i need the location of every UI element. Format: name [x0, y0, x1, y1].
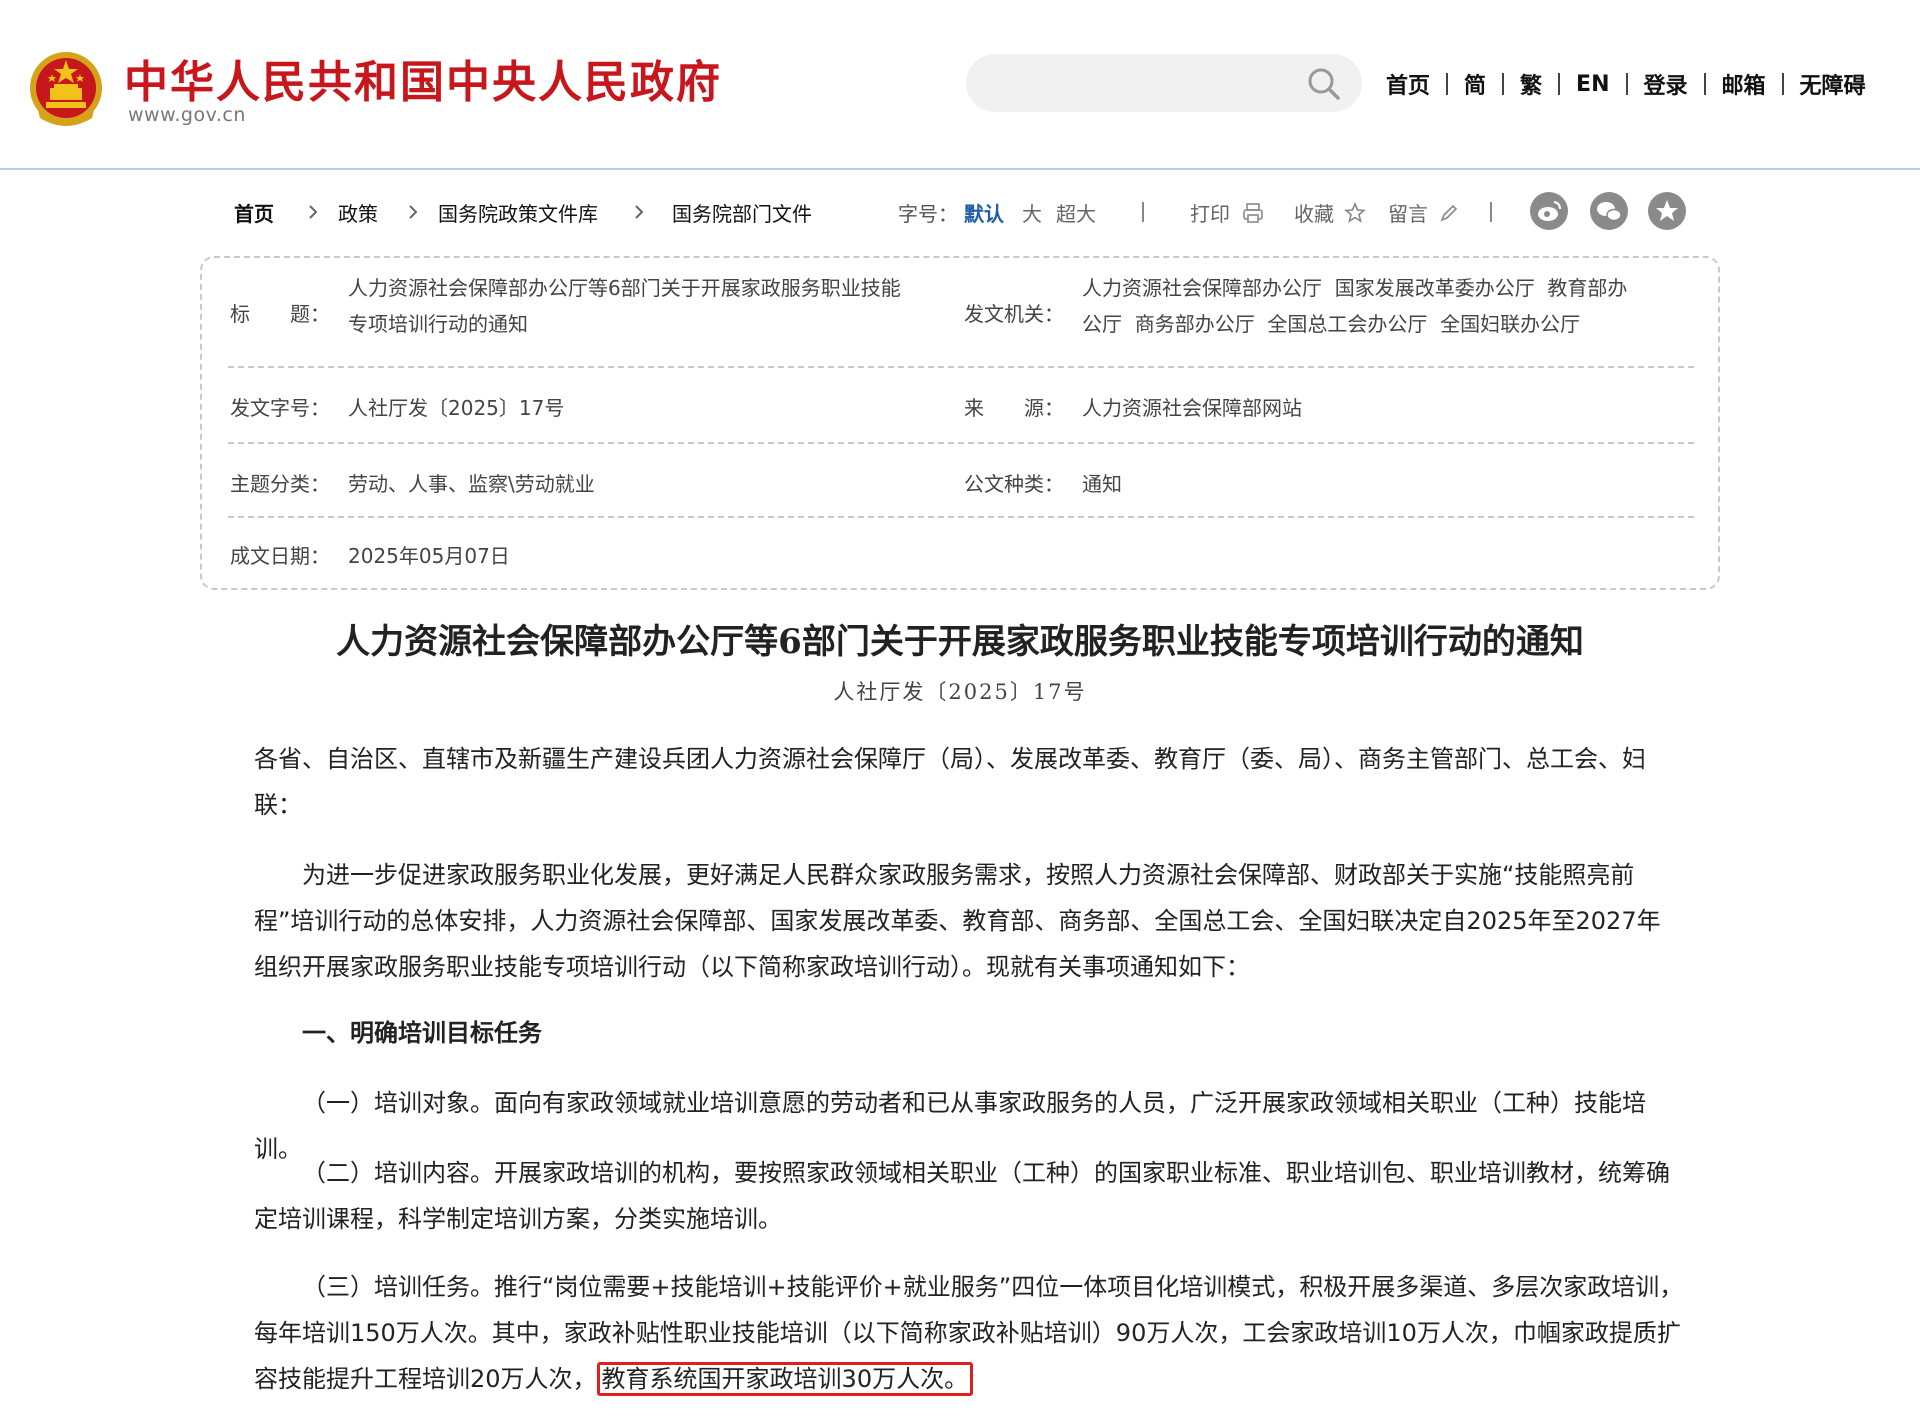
breadcrumb-home[interactable]: 首页	[234, 198, 274, 227]
meta-category-value: 劳动、人事、监察\劳动就业	[348, 472, 595, 496]
meta-source-label: 来 源：	[964, 396, 1064, 420]
nav-accessibility-link[interactable]: 无障碍	[1800, 68, 1866, 100]
meta-issuer-value: 人力资源社会保障部办公厅 国家发展改革委办公厅 教育部办 公厅 商务部办公厅 全…	[1082, 270, 1692, 342]
weibo-icon[interactable]	[1530, 192, 1568, 230]
chevron-right-icon	[635, 205, 644, 219]
nav-separator	[1625, 73, 1628, 95]
section-heading: 一、明确培训目标任务	[302, 1019, 542, 1047]
meta-title-line1: 人力资源社会保障部办公厅等6部门关于开展家政服务职业技能	[348, 276, 901, 300]
star-icon[interactable]	[1344, 202, 1366, 224]
meta-row-category: 主题分类： 劳动、人事、监察\劳动就业 公文种类： 通知	[228, 444, 1694, 518]
comment-button[interactable]: 留言	[1388, 198, 1428, 227]
site-url: www.gov.cn	[128, 104, 246, 126]
document-intro: 为进一步促进家政服务职业化发展，更好满足人民群众家政服务需求，按照人力资源社会保…	[254, 861, 1661, 981]
search-input[interactable]	[966, 54, 1362, 112]
header-divider	[0, 168, 1920, 170]
document-salutation: 各省、自治区、直辖市及新疆生产建设兵团人力资源社会保障厅（局）、发展改革委、教育…	[254, 745, 1646, 819]
nav-separator	[1781, 73, 1784, 95]
meta-row-docno: 发文字号： 人社厅发〔2025〕17号 来 源： 人力资源社会保障部网站	[228, 368, 1694, 444]
nav-separator	[1502, 73, 1505, 95]
star-share-icon[interactable]	[1648, 192, 1686, 230]
meta-date-value: 2025年05月07日	[348, 544, 510, 568]
item-3-paragraph: （三）培训任务。推行“岗位需要+技能培训+技能评价+就业服务”四位一体项目化培训…	[254, 1264, 1684, 1402]
document-number: 人社厅发〔2025〕17号	[833, 680, 1087, 704]
meta-docno-value: 人社厅发〔2025〕17号	[348, 396, 565, 420]
breadcrumb-policy-library[interactable]: 国务院政策文件库	[438, 198, 598, 227]
meta-title-label: 标 题：	[230, 302, 330, 326]
meta-docno-label: 发文字号：	[230, 396, 330, 420]
chevron-right-icon	[409, 205, 418, 219]
nav-traditional-link[interactable]: 繁	[1520, 68, 1542, 100]
font-size-label: 字号：	[898, 202, 958, 226]
site-header: 中华人民共和国中央人民政府 www.gov.cn 首页 简 繁 EN 登录 邮箱…	[0, 0, 1920, 168]
nav-simplified-link[interactable]: 简	[1464, 68, 1486, 100]
meta-source-value: 人力资源社会保障部网站	[1082, 396, 1302, 420]
national-emblem-icon[interactable]	[28, 48, 104, 130]
meta-title-value: 人力资源社会保障部办公厅等6部门关于开展家政服务职业技能 专项培训行动的通知	[348, 270, 948, 342]
wechat-icon[interactable]	[1590, 192, 1628, 230]
meta-title-line2: 专项培训行动的通知	[348, 312, 528, 336]
highlighted-text: 教育系统国开家政培训30万人次。	[596, 1362, 974, 1396]
meta-row-title: 标 题： 人力资源社会保障部办公厅等6部门关于开展家政服务职业技能 专项培训行动…	[228, 258, 1694, 368]
toolbar: 首页 政策 国务院政策文件库 国务院部门文件 字号： 默认 大 超大 打印 收藏…	[234, 192, 1920, 230]
nav-login-link[interactable]: 登录	[1644, 68, 1688, 100]
document-metadata-box: 标 题： 人力资源社会保障部办公厅等6部门关于开展家政服务职业技能 专项培训行动…	[200, 256, 1720, 590]
font-size-default[interactable]: 默认	[964, 198, 1004, 227]
toolbar-separator	[1142, 202, 1144, 222]
nav-english-link[interactable]: EN	[1576, 72, 1609, 97]
print-button[interactable]: 打印	[1190, 198, 1230, 227]
breadcrumb-department-docs[interactable]: 国务院部门文件	[672, 198, 812, 227]
search-icon[interactable]	[1306, 66, 1342, 102]
chevron-right-icon	[309, 205, 318, 219]
nav-separator	[1558, 73, 1561, 95]
font-size-xlarge[interactable]: 超大	[1056, 198, 1096, 227]
meta-issuer-line2: 公厅 商务部办公厅 全国总工会办公厅 全国妇联办公厅	[1082, 312, 1581, 336]
favorite-button[interactable]: 收藏	[1294, 198, 1334, 227]
nav-separator	[1703, 73, 1706, 95]
top-nav: 首页 简 繁 EN 登录 邮箱 无障碍	[1386, 68, 1866, 100]
item-2-paragraph: （二）培训内容。开展家政培训的机构，要按照家政领域相关职业（工种）的国家职业标准…	[254, 1159, 1670, 1233]
meta-row-date: 成文日期： 2025年05月07日	[228, 518, 1694, 590]
meta-category-label: 主题分类：	[230, 472, 330, 496]
toolbar-separator	[1490, 202, 1492, 222]
meta-date-label: 成文日期：	[230, 544, 330, 568]
meta-doctype-value: 通知	[1082, 472, 1122, 496]
nav-mail-link[interactable]: 邮箱	[1722, 68, 1766, 100]
meta-doctype-label: 公文种类：	[964, 472, 1064, 496]
breadcrumb-policy[interactable]: 政策	[338, 198, 378, 227]
site-name[interactable]: 中华人民共和国中央人民政府	[124, 46, 722, 110]
printer-icon[interactable]	[1242, 202, 1264, 224]
nav-home-link[interactable]: 首页	[1386, 68, 1430, 100]
font-size-large[interactable]: 大	[1022, 198, 1042, 227]
pencil-icon[interactable]	[1438, 202, 1460, 224]
document-title: 人力资源社会保障部办公厅等6部门关于开展家政服务职业技能专项培训行动的通知	[336, 622, 1584, 662]
nav-separator	[1446, 73, 1449, 95]
meta-issuer-label: 发文机关：	[964, 302, 1064, 326]
meta-issuer-line1: 人力资源社会保障部办公厅 国家发展改革委办公厅 教育部办	[1082, 276, 1628, 300]
